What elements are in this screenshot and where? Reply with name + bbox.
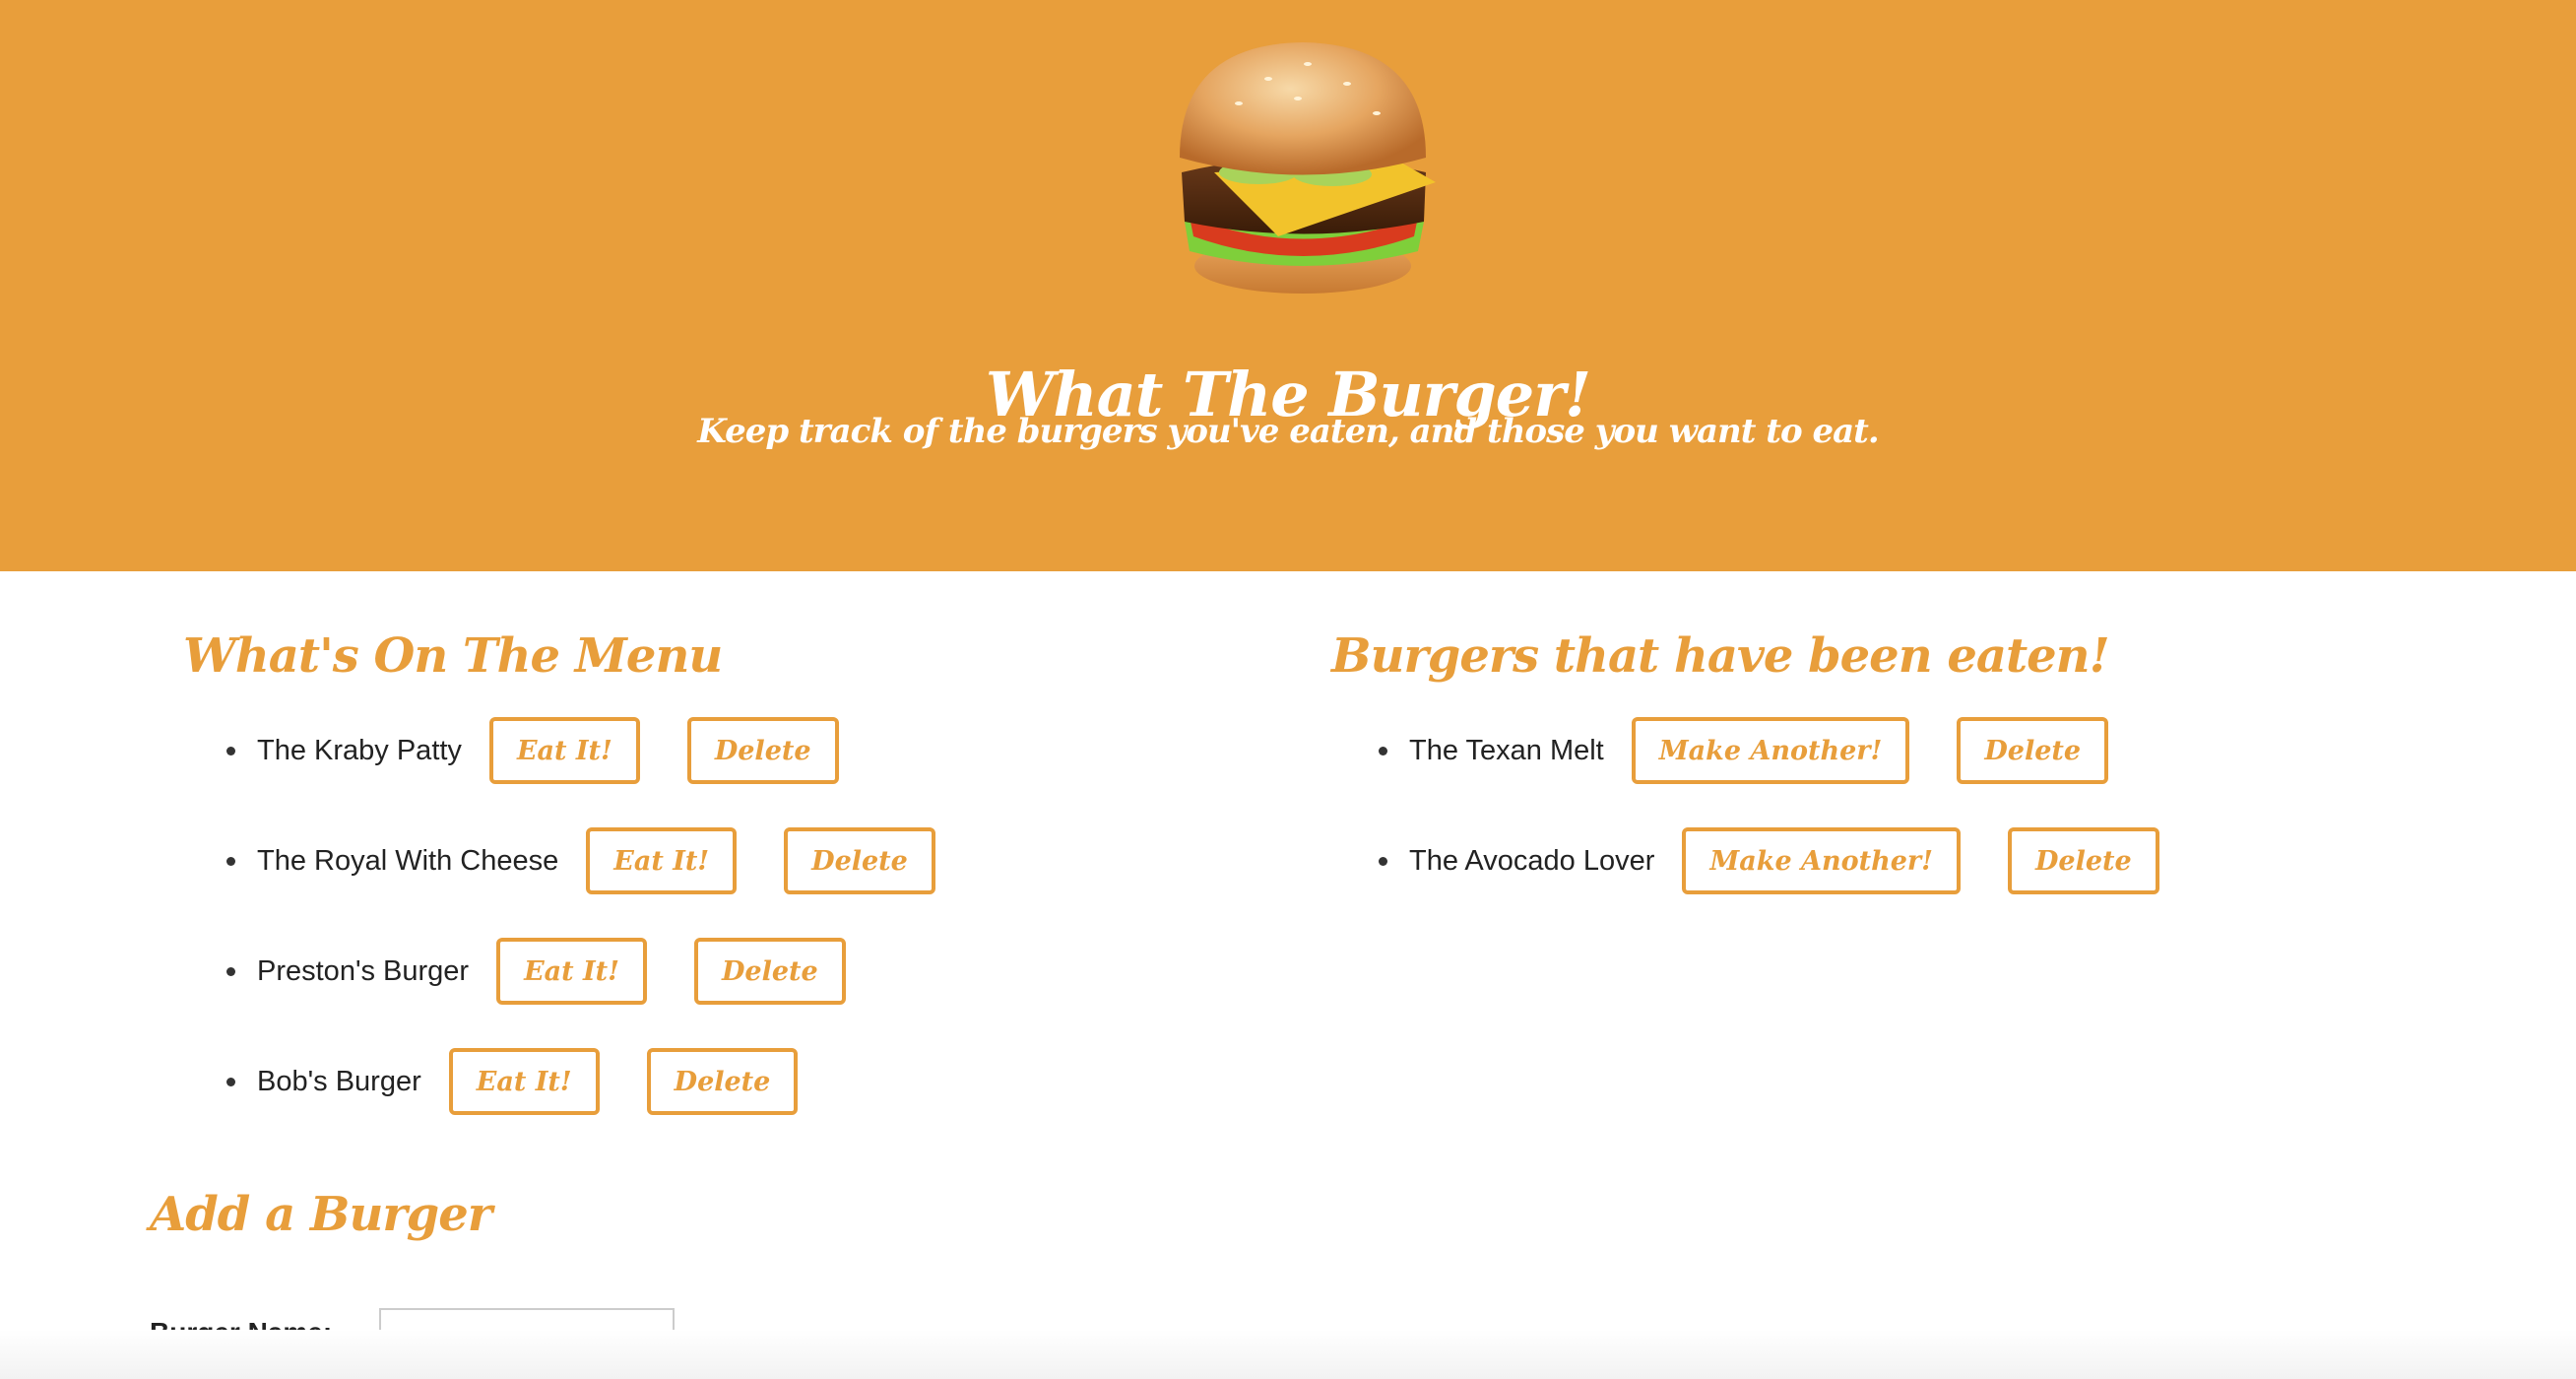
- burger-name: The Texan Melt: [1409, 734, 1604, 766]
- delete-button[interactable]: Delete: [694, 938, 846, 1005]
- burger-name: Bob's Burger: [257, 1065, 421, 1097]
- make-another-button[interactable]: Make Another!: [1682, 827, 1961, 894]
- menu-list: The Kraby Patty Eat It! Delete The Royal…: [226, 716, 983, 1157]
- bullet-icon: [226, 966, 235, 976]
- burger-icon: [1180, 42, 1436, 294]
- page-subtitle: Keep track of the burgers you've eaten, …: [697, 412, 1879, 451]
- delete-button[interactable]: Delete: [1957, 717, 2109, 784]
- make-another-button[interactable]: Make Another!: [1631, 717, 1910, 784]
- eat-it-button[interactable]: Eat It!: [586, 827, 738, 894]
- list-item: Preston's Burger Eat It! Delete: [226, 937, 983, 1006]
- delete-button[interactable]: Delete: [686, 717, 839, 784]
- bullet-icon: [226, 1077, 235, 1086]
- bullet-icon: [1379, 746, 1387, 755]
- list-item: The Avocado Lover Make Another! Delete: [1379, 826, 2207, 895]
- delete-button[interactable]: Delete: [784, 827, 935, 894]
- burger-name: The Kraby Patty: [257, 734, 462, 766]
- burger-name: The Avocado Lover: [1409, 844, 1655, 877]
- bullet-icon: [226, 856, 235, 866]
- add-burger-heading: Add a Burger: [150, 1187, 492, 1242]
- bullet-icon: [226, 746, 235, 755]
- list-item: The Kraby Patty Eat It! Delete: [226, 716, 983, 785]
- burger-name: The Royal With Cheese: [257, 844, 559, 877]
- header-banner: What The Burger! Keep track of the burge…: [0, 0, 2576, 571]
- delete-button[interactable]: Delete: [2008, 827, 2159, 894]
- page-bottom-shade: [0, 1330, 2576, 1379]
- menu-heading: What's On The Menu: [183, 628, 723, 684]
- delete-button[interactable]: Delete: [646, 1048, 799, 1115]
- list-item: The Texan Melt Make Another! Delete: [1379, 716, 2207, 785]
- bullet-icon: [1379, 856, 1387, 866]
- eaten-heading: Burgers that have been eaten!: [1331, 628, 2110, 684]
- burger-name: Preston's Burger: [257, 954, 470, 987]
- list-item: Bob's Burger Eat It! Delete: [226, 1047, 983, 1116]
- eaten-list: The Texan Melt Make Another! Delete The …: [1379, 716, 2207, 937]
- eat-it-button[interactable]: Eat It!: [448, 1048, 600, 1115]
- eat-it-button[interactable]: Eat It!: [496, 938, 647, 1005]
- eat-it-button[interactable]: Eat It!: [488, 717, 640, 784]
- list-item: The Royal With Cheese Eat It! Delete: [226, 826, 983, 895]
